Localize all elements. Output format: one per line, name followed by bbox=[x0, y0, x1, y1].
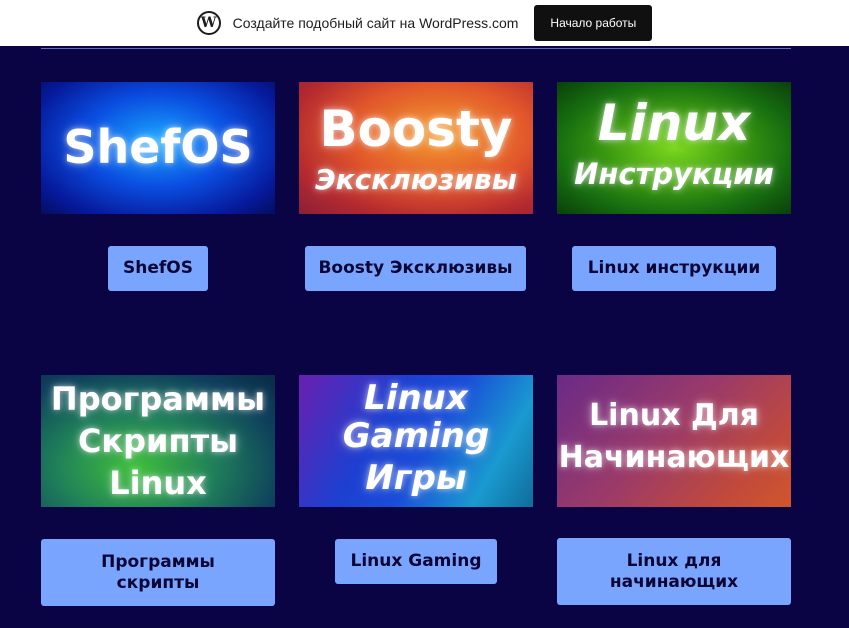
card-image-line: Linux Для bbox=[589, 398, 759, 433]
card-image-line: Linux bbox=[597, 94, 751, 152]
card-image-line: Gaming bbox=[342, 416, 490, 456]
card-image-line: Boosty bbox=[319, 100, 513, 158]
card-image-linux-instructions[interactable]: Linux Инструкции bbox=[557, 82, 791, 214]
wordpress-banner: W Создайте подобный сайт на WordPress.co… bbox=[0, 0, 849, 46]
card-image-linux-gaming[interactable]: Linux Gaming Игры bbox=[299, 375, 533, 507]
card-image-shefos[interactable]: ShefOS bbox=[41, 82, 275, 214]
card-image-line: Начинающих bbox=[558, 440, 790, 475]
card-image-line: ShefOS bbox=[63, 120, 253, 174]
linux-gaming-button[interactable]: Linux Gaming bbox=[335, 539, 497, 584]
card-image-line: Linux bbox=[109, 464, 207, 502]
card-image-programs-scripts[interactable]: Программы Скрипты Linux bbox=[41, 375, 275, 507]
programs-scripts-button[interactable]: Программы скрипты bbox=[41, 539, 275, 606]
wordpress-logo-icon[interactable]: W bbox=[196, 11, 221, 35]
get-started-button[interactable]: Начало работы bbox=[534, 5, 653, 41]
card-image-line: Эксклюзивы bbox=[315, 163, 517, 196]
card-image-boosty[interactable]: Boosty Эксклюзивы bbox=[299, 82, 533, 214]
card-image-linux-beginners[interactable]: Linux Для Начинающих bbox=[557, 375, 791, 507]
boosty-exclusives-button[interactable]: Boosty Эксклюзивы bbox=[305, 246, 526, 291]
card-image-line: Linux bbox=[364, 378, 468, 418]
shefos-button[interactable]: ShefOS bbox=[108, 246, 208, 291]
card-image-line: Инструкции bbox=[574, 157, 774, 191]
card-image-line: Программы bbox=[50, 380, 266, 418]
card-image-line: Игры bbox=[365, 458, 467, 498]
linux-instructions-button[interactable]: Linux инструкции bbox=[572, 246, 776, 291]
wordpress-banner-text: Создайте подобный сайт на WordPress.com bbox=[232, 15, 519, 31]
linux-beginners-button[interactable]: Linux для начинающих bbox=[557, 538, 791, 605]
divider bbox=[41, 48, 791, 49]
card-image-line: Скрипты bbox=[77, 422, 239, 460]
